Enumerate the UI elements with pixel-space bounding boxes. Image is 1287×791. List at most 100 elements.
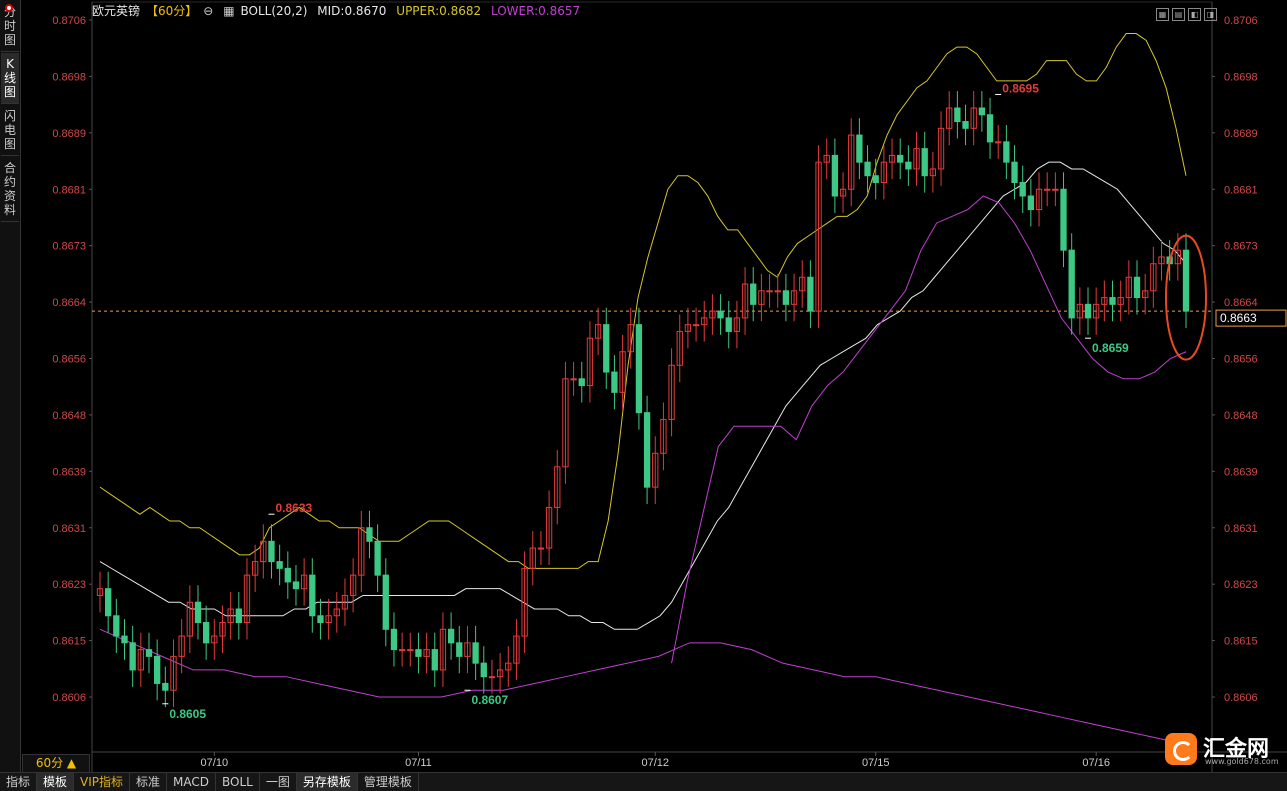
extreme-label: 0.8605 bbox=[169, 707, 206, 721]
lower-value: LOWER:0.8657 bbox=[490, 4, 581, 18]
candle-body bbox=[643, 412, 651, 488]
candle-body bbox=[1003, 141, 1010, 163]
candle-body bbox=[276, 561, 283, 569]
y-tick-label-right: 0.8639 bbox=[1224, 466, 1258, 478]
status-dot bbox=[5, 4, 13, 12]
prev-icon[interactable]: ◧ bbox=[1188, 8, 1201, 21]
tab-one-chart[interactable]: 一图 bbox=[260, 773, 297, 791]
boll-lower-line bbox=[671, 195, 1187, 664]
plot-frame bbox=[91, 1, 1213, 753]
y-tick-label-left: 0.8606 bbox=[52, 692, 86, 704]
indicator-toggle-icon[interactable]: ⊖ bbox=[203, 4, 213, 18]
candle-body bbox=[105, 588, 112, 617]
candle-body bbox=[750, 283, 757, 305]
tab-template[interactable]: 模板 bbox=[37, 773, 75, 791]
y-tick-label-left: 0.8664 bbox=[52, 297, 86, 309]
brand-logo: 汇金网 www.gold678.com bbox=[1165, 733, 1283, 769]
candle-body bbox=[366, 527, 373, 542]
candle-body bbox=[472, 642, 479, 664]
candle-body bbox=[692, 324, 700, 327]
boll-lower-line bbox=[99, 628, 1187, 745]
candle-body bbox=[194, 601, 202, 624]
candle-body bbox=[635, 324, 643, 414]
logo-url: www.gold678.com bbox=[1205, 757, 1279, 766]
y-tick-label-left: 0.8623 bbox=[52, 579, 86, 591]
tab-standard[interactable]: 标准 bbox=[130, 773, 168, 791]
candle-body bbox=[978, 107, 986, 116]
candle-body bbox=[480, 662, 487, 678]
boll-upper-line bbox=[99, 33, 1187, 569]
y-tick-label-right: 0.8623 bbox=[1224, 579, 1258, 591]
grid-icon[interactable]: ▦ bbox=[1156, 8, 1169, 21]
candle-body bbox=[129, 642, 136, 671]
candle-body bbox=[1182, 249, 1190, 312]
symbol-title: 欧元英镑 bbox=[92, 4, 141, 18]
candle-body bbox=[954, 107, 961, 123]
y-tick-label-right: 0.8606 bbox=[1224, 692, 1258, 704]
candle-body bbox=[1084, 303, 1092, 319]
candle-body bbox=[905, 161, 912, 170]
current-price-label: 0.8663 bbox=[1220, 311, 1257, 325]
candle-body bbox=[578, 378, 585, 387]
candle-body bbox=[1011, 161, 1018, 183]
candle-body bbox=[382, 574, 389, 630]
save-template-button[interactable]: 另存模板 bbox=[296, 773, 358, 791]
candle-body bbox=[995, 141, 1002, 144]
x-tick-label: 07/12 bbox=[641, 757, 669, 769]
y-tick-label-right: 0.8648 bbox=[1224, 410, 1258, 422]
y-tick-label-left: 0.8698 bbox=[52, 71, 86, 83]
upper-value: UPPER:0.8682 bbox=[396, 4, 482, 18]
candle-body bbox=[831, 154, 839, 197]
candle-body bbox=[807, 276, 814, 312]
y-tick-label-right: 0.8664 bbox=[1224, 297, 1258, 309]
tile-icon[interactable]: ▤ bbox=[1172, 8, 1185, 21]
chart-header: 欧元英镑 【60分】 ⊖ ▦ BOLL(20,2) MID:0.8670 UPPER:… bbox=[92, 2, 586, 18]
y-tick-label-right: 0.8673 bbox=[1224, 241, 1258, 253]
bottom-toolbar: 指标 模板 VIP指标 标准 MACD BOLL 一图 另存模板 管理模板 bbox=[0, 772, 1287, 791]
candle-body bbox=[447, 628, 455, 644]
logo-icon bbox=[1165, 733, 1197, 765]
y-tick-label-right: 0.8656 bbox=[1224, 354, 1258, 366]
candle-body bbox=[415, 649, 422, 657]
candle-body bbox=[488, 676, 496, 679]
manage-template-button[interactable]: 管理模板 bbox=[358, 773, 419, 791]
candle-body bbox=[782, 290, 790, 305]
candle-body bbox=[292, 581, 300, 590]
candle-body bbox=[537, 547, 545, 550]
candle-body bbox=[717, 310, 724, 319]
candle-body bbox=[774, 290, 781, 293]
y-tick-label-left: 0.8656 bbox=[52, 354, 86, 366]
tab-boll[interactable]: BOLL bbox=[216, 773, 260, 791]
tab-indicator[interactable]: 指标 bbox=[0, 773, 38, 791]
next-icon[interactable]: ◨ bbox=[1204, 8, 1217, 21]
y-tick-label-right: 0.8681 bbox=[1224, 184, 1258, 196]
candle-body bbox=[1133, 276, 1141, 299]
candle-body bbox=[284, 567, 291, 583]
candle-body bbox=[725, 317, 732, 332]
window-controls: ▦ ▤ ◧ ◨ bbox=[1153, 2, 1217, 21]
candle-body bbox=[456, 642, 463, 657]
candle-body bbox=[986, 114, 994, 143]
candle-body bbox=[202, 622, 210, 644]
candle-body bbox=[235, 608, 242, 624]
candle-body bbox=[611, 371, 618, 393]
indicator-name: BOLL(20,2) bbox=[240, 4, 308, 18]
y-tick-label-left: 0.8689 bbox=[52, 128, 86, 140]
y-tick-label-left: 0.8639 bbox=[52, 466, 86, 478]
extreme-label: 0.8659 bbox=[1092, 341, 1129, 355]
tab-vip-indicator[interactable]: VIP指标 bbox=[74, 773, 131, 791]
candle-body bbox=[121, 635, 128, 644]
candle-body bbox=[962, 121, 969, 129]
candle-body bbox=[1068, 249, 1075, 319]
period-selector[interactable]: 60分 ▲ bbox=[22, 754, 90, 773]
y-tick-label-right: 0.8698 bbox=[1224, 71, 1258, 83]
candle-body bbox=[570, 378, 577, 381]
tab-macd[interactable]: MACD bbox=[167, 773, 217, 791]
candlestick-chart[interactable]: 0.8706 0.8706 0.8698 0.8698 0.8689 0.8689 0.86… bbox=[0, 0, 1287, 772]
y-tick-label-left: 0.8706 bbox=[52, 15, 86, 27]
extreme-label: 0.8633 bbox=[275, 501, 312, 515]
extreme-label: 0.8607 bbox=[471, 693, 508, 707]
candle-body bbox=[864, 161, 871, 177]
candle-body bbox=[1052, 188, 1059, 191]
y-tick-label-left: 0.8681 bbox=[52, 184, 86, 196]
